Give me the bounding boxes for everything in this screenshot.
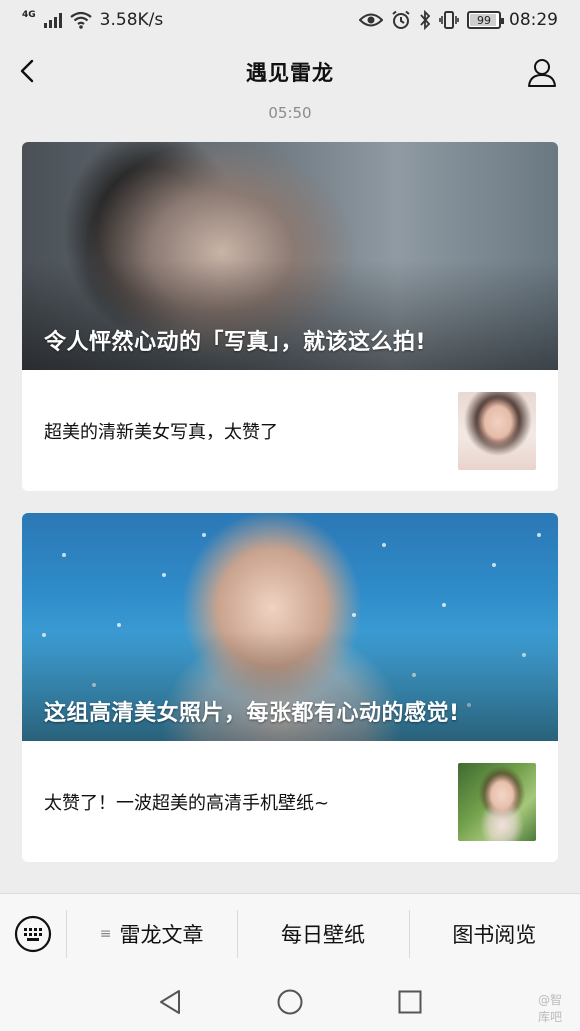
vibrate-icon	[439, 11, 459, 29]
menu-item-label: 图书阅览	[452, 922, 537, 947]
eye-icon	[359, 13, 383, 27]
article-thumbnail[interactable]	[458, 391, 536, 470]
keyboard-toggle-button[interactable]	[0, 894, 66, 974]
nav-bar: 遇见雷龙	[0, 40, 580, 104]
article-cover-title[interactable]: 这组高清美女照片，每张都有心动的感觉!	[44, 695, 542, 727]
signal-icon	[43, 12, 62, 28]
network-speed: 3.58K/s	[99, 10, 164, 30]
clock: 08:29	[509, 10, 558, 30]
alarm-icon	[392, 10, 410, 29]
menu-item-label: 每日壁纸	[280, 922, 365, 947]
article-sub-item[interactable]: 太赞了！一波超美的高清手机壁纸~	[22, 741, 558, 862]
article-thumbnail[interactable]	[458, 762, 536, 841]
watermark: @智库吧	[538, 993, 563, 1024]
article-cover-title[interactable]: 令人怦然心动的「写真」，就该这么拍!	[44, 324, 542, 356]
submenu-icon: ≡	[99, 925, 112, 942]
network-type: 4G	[22, 9, 36, 20]
article-cover-image[interactable]: 这组高清美女照片，每张都有心动的感觉!	[22, 513, 558, 741]
article-sub-title[interactable]: 太赞了！一波超美的高清手机壁纸~	[44, 789, 329, 815]
article-card[interactable]: 令人怦然心动的「写真」，就该这么拍! 超美的清新美女写真，太赞了	[22, 142, 558, 491]
article-sub-title[interactable]: 超美的清新美女写真，太赞了	[44, 418, 278, 444]
battery-level: 99	[477, 13, 491, 27]
system-home-button[interactable]	[273, 985, 307, 1019]
system-recents-button[interactable]	[393, 985, 427, 1019]
status-left: 4G 3.58K/s	[22, 10, 163, 30]
menu-item-label: 雷龙文章	[119, 922, 204, 947]
system-navigation-bar: @智库吧	[0, 973, 580, 1031]
wifi-icon	[69, 11, 92, 29]
menu-item-books[interactable]: 图书阅览	[408, 894, 580, 974]
article-cover-image[interactable]: 令人怦然心动的「写真」，就该这么拍!	[22, 142, 558, 370]
page-title: 遇见雷龙	[246, 61, 334, 85]
system-back-button[interactable]	[153, 985, 187, 1019]
circle-home-icon	[277, 989, 303, 1015]
square-recents-icon	[398, 990, 422, 1014]
message-timestamp: 05:50	[268, 104, 312, 122]
article-card[interactable]: 这组高清美女照片，每张都有心动的感觉! 太赞了！一波超美的高清手机壁纸~	[22, 513, 558, 862]
status-bar: 4G 3.58K/s 99 08:29	[0, 0, 580, 40]
triangle-back-icon	[160, 990, 180, 1014]
bluetooth-icon	[420, 10, 431, 30]
menu-item-articles[interactable]: ≡ 雷龙文章	[66, 894, 237, 974]
status-right: 99 08:29	[359, 10, 558, 30]
profile-icon[interactable]	[526, 56, 558, 88]
article-sub-item[interactable]: 超美的清新美女写真，太赞了	[22, 370, 558, 491]
keyboard-icon	[14, 915, 52, 952]
menu-item-wallpapers[interactable]: 每日壁纸	[237, 894, 408, 974]
bottom-menu: ≡ 雷龙文章 每日壁纸 图书阅览	[0, 893, 580, 973]
battery-icon: 99	[467, 11, 504, 29]
back-icon[interactable]	[14, 56, 44, 86]
